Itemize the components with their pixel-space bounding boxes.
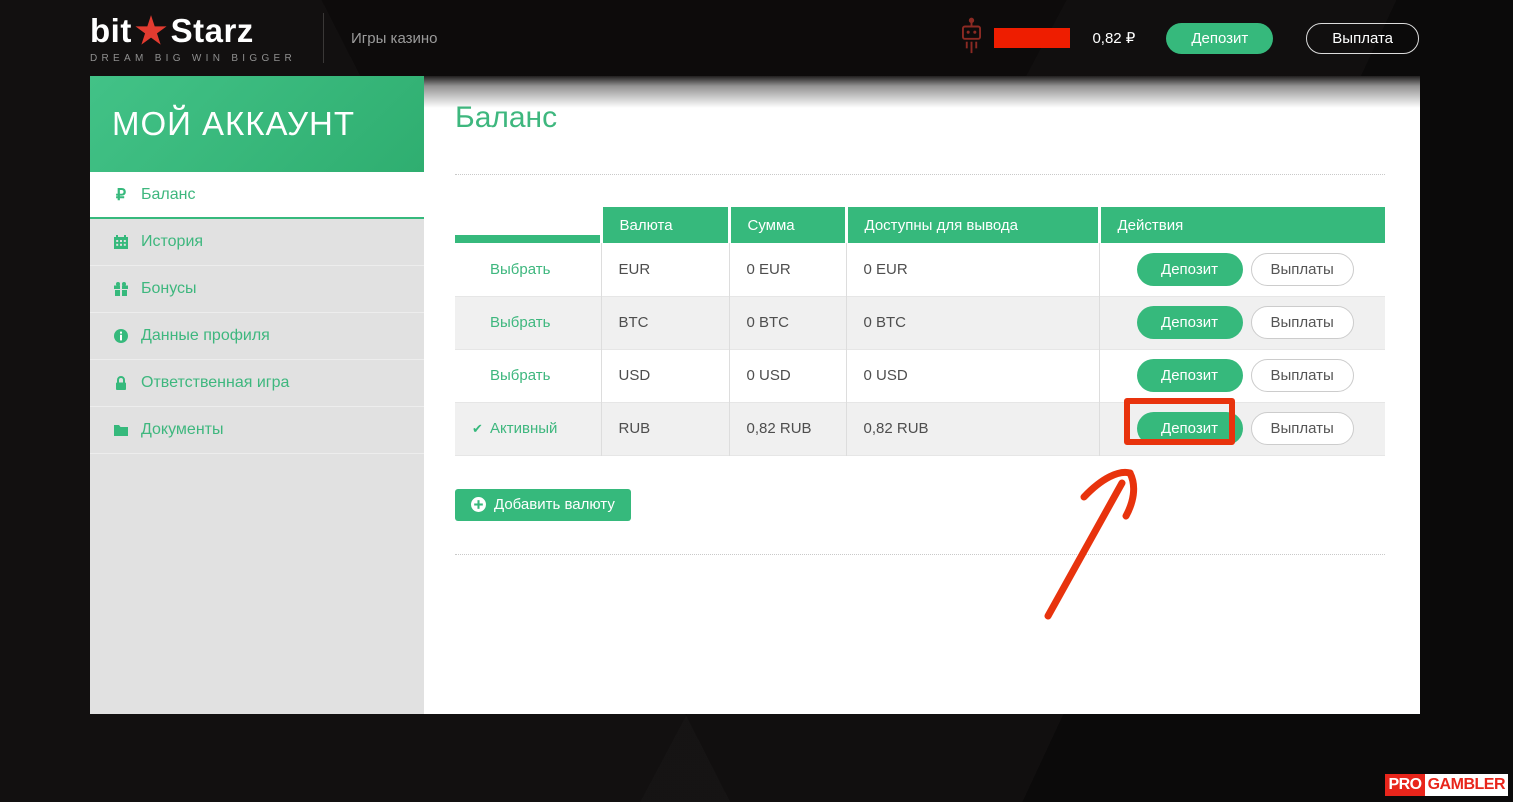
- plus-circle-icon: [471, 497, 486, 512]
- currency-cell: USD: [600, 349, 729, 402]
- column-header-available: Доступны для вывода: [844, 207, 1099, 243]
- balances-table: Валюта Сумма Доступны для вывода Действи…: [455, 207, 1385, 456]
- available-cell: 0,82 RUB: [845, 402, 1099, 455]
- column-header-select: [455, 207, 601, 243]
- row-deposit-button-highlighted[interactable]: Депозит: [1136, 412, 1243, 445]
- star-icon: ★: [134, 9, 168, 51]
- lock-icon: [112, 375, 130, 391]
- watermark-gambler: GAMBLER: [1424, 774, 1508, 796]
- row-deposit-button[interactable]: Депозит: [1136, 359, 1243, 392]
- calendar-icon: [112, 234, 130, 250]
- column-header-actions: Действия: [1097, 207, 1385, 243]
- amount-cell: 0 USD: [728, 349, 846, 402]
- row-payouts-button[interactable]: Выплаты: [1250, 252, 1354, 286]
- sidebar-item-profile-data[interactable]: Данные профиля: [90, 313, 424, 360]
- currency-cell: RUB: [600, 402, 729, 455]
- currency-cell: BTC: [600, 296, 729, 349]
- logo-text: bit ★ Starz: [90, 9, 296, 51]
- sidebar-item-label: Данные профиля: [141, 327, 270, 344]
- nav-games-link[interactable]: Игры казино: [351, 30, 438, 47]
- balance-panel: Баланс Валюта Сумма Доступны для вывода …: [424, 76, 1420, 714]
- select-currency-link[interactable]: Выбрать: [490, 367, 550, 384]
- select-currency-link[interactable]: Выбрать: [490, 314, 550, 331]
- check-icon: ✔: [472, 421, 483, 436]
- sidebar-item-responsible-gaming[interactable]: Ответственная игра: [90, 360, 424, 407]
- sidebar-item-balance[interactable]: ₽ Баланс: [90, 172, 424, 219]
- select-currency-link[interactable]: Выбрать: [490, 261, 550, 278]
- add-currency-button[interactable]: Добавить валюту: [455, 488, 631, 521]
- sidebar-item-label: История: [141, 233, 204, 250]
- top-header: bit ★ Starz DREAM BIG WIN BIGGER Игры ка…: [0, 0, 1513, 76]
- available-cell: 0 USD: [845, 349, 1099, 402]
- table-row-btc: Выбрать BTC 0 BTC 0 BTC Депозит Выплаты: [455, 296, 1385, 349]
- separator: [455, 174, 1385, 175]
- separator: [455, 553, 1385, 555]
- column-header-currency: Валюта: [599, 207, 729, 243]
- robot-mascot-icon: [960, 17, 983, 60]
- sidebar-title: МОЙ АККАУНТ: [90, 76, 424, 172]
- header-payout-button[interactable]: Выплата: [1306, 22, 1419, 54]
- logo-tagline: DREAM BIG WIN BIGGER: [90, 52, 297, 64]
- amount-cell: 0,82 RUB: [728, 402, 846, 455]
- header-account-area: 0,82 ₽ Депозит Выплата: [960, 17, 1419, 60]
- available-cell: 0 EUR: [845, 243, 1099, 296]
- available-cell: 0 BTC: [845, 296, 1099, 349]
- progambler-watermark: PRO GAMBLER: [1385, 774, 1508, 796]
- sidebar-item-history[interactable]: История: [90, 219, 424, 266]
- table-row-usd: Выбрать USD 0 USD 0 USD Депозит Выплаты: [455, 349, 1385, 402]
- sidebar-item-bonuses[interactable]: Бонусы: [90, 266, 424, 313]
- sidebar-item-label: Баланс: [141, 185, 196, 203]
- row-payouts-button[interactable]: Выплаты: [1250, 412, 1354, 445]
- header-deposit-button[interactable]: Депозит: [1166, 22, 1274, 54]
- currency-cell: EUR: [600, 243, 729, 296]
- info-icon: [112, 328, 130, 344]
- gift-icon: [112, 281, 130, 297]
- ruble-icon: ₽: [115, 186, 127, 204]
- account-balance: 0,82 ₽: [1092, 30, 1136, 47]
- active-status-label: Активный: [490, 420, 558, 437]
- account-sidebar: МОЙ АККАУНТ ₽ Баланс История Бонусы Данн…: [90, 76, 424, 714]
- page-title: Баланс: [455, 101, 558, 134]
- row-payouts-button[interactable]: Выплаты: [1250, 306, 1354, 339]
- sidebar-item-documents[interactable]: Документы: [90, 407, 424, 454]
- row-payouts-button[interactable]: Выплаты: [1250, 359, 1354, 392]
- column-header-amount: Сумма: [727, 207, 846, 243]
- watermark-pro: PRO: [1385, 774, 1425, 796]
- table-row-rub: ✔ Активный RUB 0,82 RUB 0,82 RUB Депозит В…: [455, 402, 1385, 455]
- logo-starz: Starz: [170, 12, 254, 49]
- table-header-row: Валюта Сумма Доступны для вывода Действи…: [455, 207, 1385, 243]
- header-divider: [323, 13, 325, 63]
- logo-bit: bit: [90, 12, 132, 49]
- row-deposit-button[interactable]: Депозит: [1136, 252, 1243, 286]
- folder-icon: [112, 422, 130, 438]
- row-deposit-button[interactable]: Депозит: [1136, 306, 1243, 339]
- add-currency-label: Добавить валюту: [494, 496, 615, 513]
- sidebar-item-label: Документы: [141, 421, 224, 438]
- username-redacted-box: [994, 28, 1071, 48]
- sidebar-item-label: Бонусы: [141, 280, 197, 297]
- table-row-eur: Выбрать EUR 0 EUR 0 EUR Депозит Выплаты: [455, 243, 1385, 296]
- amount-cell: 0 EUR: [728, 243, 846, 296]
- content-area: МОЙ АККАУНТ ₽ Баланс История Бонусы Данн…: [90, 76, 1420, 714]
- bitstarz-logo[interactable]: bit ★ Starz DREAM BIG WIN BIGGER: [90, 9, 297, 64]
- sidebar-item-label: Ответственная игра: [141, 374, 290, 391]
- amount-cell: 0 BTC: [728, 296, 846, 349]
